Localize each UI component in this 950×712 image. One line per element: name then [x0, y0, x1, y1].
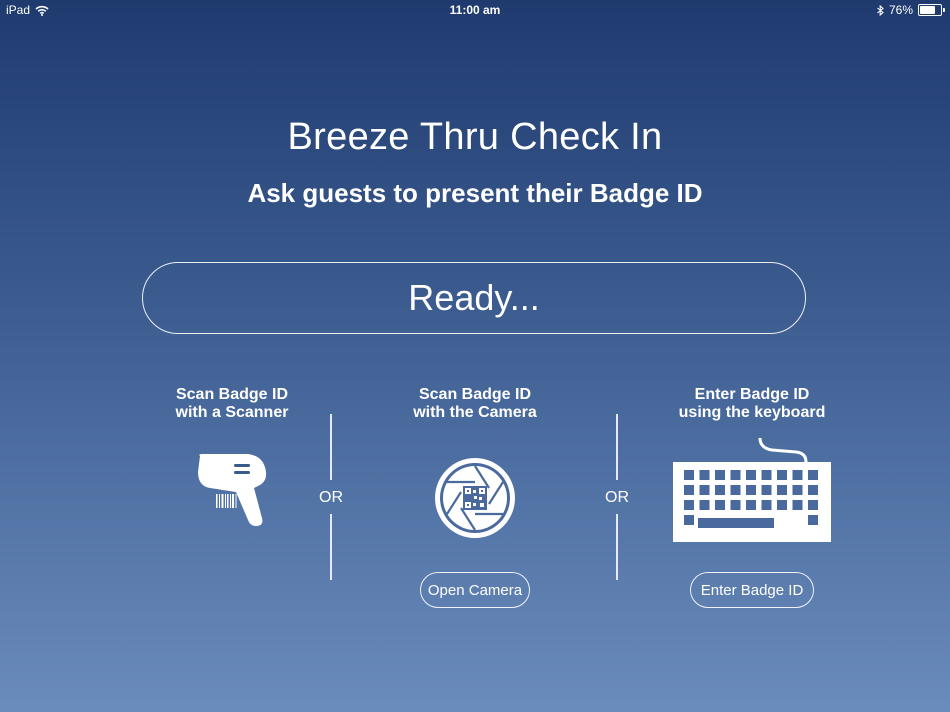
- camera-option-label: Scan Badge ID with the Camera: [355, 386, 595, 422]
- keyboard-key: [777, 485, 787, 495]
- keyboard-key: [808, 500, 818, 510]
- status-field: Ready...: [142, 262, 806, 334]
- keyboard-key: [746, 485, 756, 495]
- keyboard-label-line1: Enter Badge ID: [694, 386, 810, 403]
- scanner-option-label: Scan Badge ID with a Scanner: [112, 386, 352, 422]
- keyboard-key: [808, 485, 818, 495]
- battery-percent: 76%: [888, 3, 913, 17]
- status-bar: iPad 11:00 am 76%: [0, 0, 950, 20]
- camera-label-line2: with the Camera: [413, 404, 537, 421]
- keyboard-key: [699, 470, 710, 480]
- scanner-label-line1: Scan Badge ID: [175, 386, 289, 403]
- keyboard-key: [730, 470, 741, 480]
- keyboard-key: [746, 470, 756, 480]
- keyboard-key: [792, 470, 803, 480]
- page-title: Breeze Thru Check In: [287, 116, 663, 158]
- keyboard-icon: [672, 436, 832, 549]
- status-field-value: Ready...: [408, 277, 540, 318]
- camera-shutter-icon: [433, 456, 517, 545]
- keyboard-key: [761, 485, 772, 495]
- or-separator-left: OR: [319, 489, 343, 506]
- keyboard-key: [699, 485, 710, 495]
- battery-icon: [918, 4, 945, 16]
- page-subtitle: Ask guests to present their Badge ID: [247, 178, 703, 208]
- keyboard-option-label: Enter Badge ID using the keyboard: [632, 386, 872, 422]
- keyboard-key: [792, 500, 803, 510]
- keyboard-key: [761, 470, 772, 480]
- status-right: 76%: [877, 3, 945, 17]
- keyboard-key: [715, 500, 725, 510]
- status-time: 11:00 am: [449, 3, 501, 17]
- divider-left-bottom: [330, 514, 332, 580]
- battery-tip: [943, 8, 945, 12]
- keyboard-key: [684, 470, 694, 480]
- keyboard-label-line2: using the keyboard: [678, 404, 826, 421]
- bluetooth-icon: [877, 4, 884, 16]
- keyboard-key: [746, 500, 756, 510]
- camera-label-line1: Scan Badge ID: [418, 386, 532, 403]
- keyboard-key: [777, 470, 787, 480]
- divider-right-bottom: [616, 514, 618, 580]
- keyboard-key: [699, 500, 710, 510]
- scanner-label-line2: with a Scanner: [175, 404, 289, 421]
- keyboard-key: [684, 515, 694, 525]
- keyboard-key: [715, 485, 725, 495]
- or-separator-right: OR: [605, 489, 629, 506]
- keyboard-key: [715, 470, 725, 480]
- enter-badge-id-button[interactable]: Enter Badge ID: [690, 572, 814, 608]
- barcode-scanner-icon: [196, 452, 270, 533]
- battery-fill: [920, 6, 935, 14]
- keyboard-key: [808, 515, 818, 525]
- open-camera-button[interactable]: Open Camera: [420, 572, 530, 608]
- keyboard-key: [684, 500, 694, 510]
- keyboard-key: [761, 500, 772, 510]
- keyboard-key: [808, 470, 818, 480]
- keyboard-key: [777, 500, 787, 510]
- keyboard-key: [730, 500, 741, 510]
- keyboard-key: [792, 485, 803, 495]
- divider-left-top: [330, 414, 332, 480]
- keyboard-key: [684, 485, 694, 495]
- keyboard-key: [730, 485, 741, 495]
- divider-right-top: [616, 414, 618, 480]
